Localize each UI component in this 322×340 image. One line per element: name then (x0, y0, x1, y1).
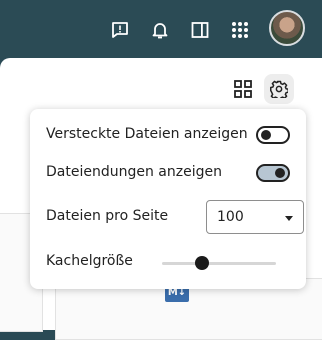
files-per-page-select[interactable]: 100 (206, 200, 304, 234)
show-extensions-label: Dateiendungen anzeigen (46, 164, 222, 180)
show-hidden-files-label: Versteckte Dateien anzeigen (46, 126, 248, 142)
sidebar-toggle-icon[interactable] (190, 20, 210, 40)
show-hidden-files-row[interactable]: Versteckte Dateien anzeigen (46, 122, 290, 148)
tile-size-label: Kachelgröße (46, 253, 133, 269)
files-per-page-row: Dateien pro Seite 100 (46, 200, 304, 234)
chevron-down-icon (285, 216, 293, 221)
tile-size-slider[interactable] (162, 262, 276, 265)
files-per-page-value: 100 (217, 209, 244, 225)
top-bar (0, 0, 322, 58)
bell-icon[interactable] (150, 20, 170, 40)
apps-grid-icon[interactable] (230, 20, 250, 40)
gear-icon (270, 80, 288, 98)
files-per-page-label: Dateien pro Seite (46, 208, 169, 224)
tile-size-row: Kachelgröße (46, 249, 290, 275)
show-hidden-files-toggle[interactable] (256, 126, 290, 144)
grid-view-icon[interactable] (232, 78, 254, 100)
settings-button[interactable] (264, 74, 294, 104)
settings-menu: Versteckte Dateien anzeigen Dateiendunge… (30, 109, 306, 289)
tile-size-slider-thumb[interactable] (194, 256, 209, 270)
show-extensions-toggle[interactable] (256, 164, 290, 182)
user-avatar[interactable] (269, 10, 305, 46)
show-extensions-row[interactable]: Dateiendungen anzeigen (46, 160, 290, 186)
feedback-icon[interactable] (110, 20, 130, 40)
